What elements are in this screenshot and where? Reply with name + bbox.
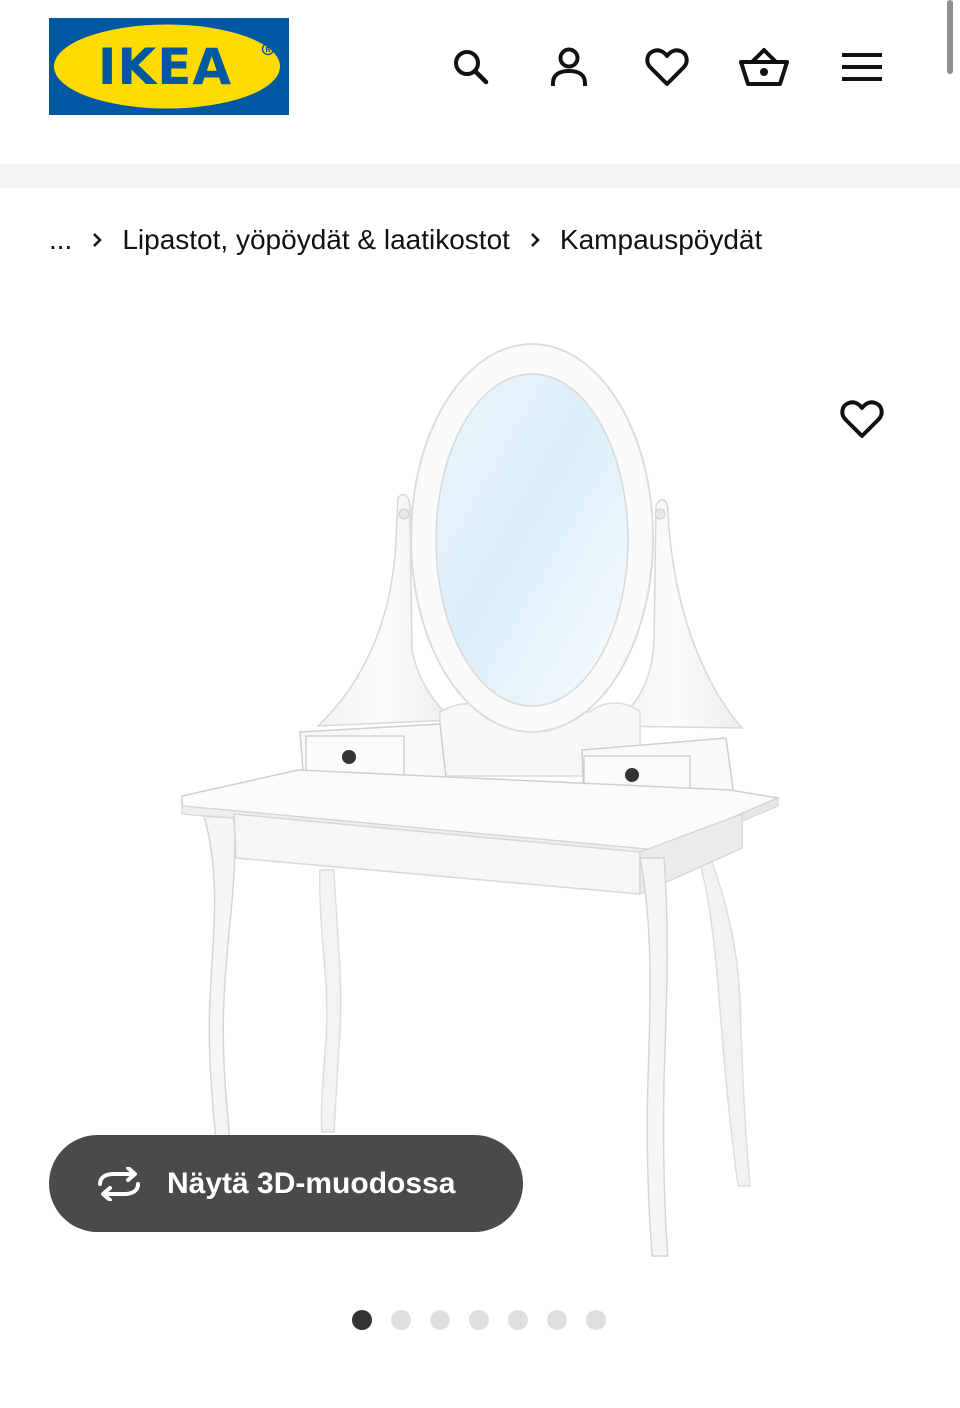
header-divider [0, 164, 960, 188]
product-favourite-button[interactable] [834, 392, 890, 446]
breadcrumb-ellipsis[interactable]: ... [49, 224, 72, 256]
breadcrumb: ... Lipastot, yöpöydät & laatikostot Kam… [49, 220, 762, 260]
search-icon [454, 50, 489, 85]
carousel-dot[interactable] [547, 1310, 567, 1330]
heart-icon [840, 400, 884, 438]
search-button[interactable] [444, 40, 498, 94]
carousel-dot[interactable] [586, 1310, 606, 1330]
ikea-logo[interactable]: IKEA R [49, 18, 289, 115]
menu-button[interactable] [835, 40, 889, 94]
account-button[interactable] [542, 40, 596, 94]
rotate-3d-icon [91, 1164, 147, 1204]
chevron-right-icon [72, 230, 122, 250]
svg-text:R: R [265, 46, 271, 54]
site-header: IKEA R [0, 0, 960, 164]
basket-icon [739, 48, 789, 86]
favourites-button[interactable] [640, 40, 694, 94]
carousel-dot[interactable] [469, 1310, 489, 1330]
hamburger-menu-icon [842, 53, 882, 81]
view-in-3d-button[interactable]: Näytä 3D-muodossa [49, 1135, 523, 1232]
svg-text:IKEA: IKEA [98, 38, 232, 96]
scrollbar[interactable] [947, 0, 953, 74]
carousel-dot[interactable] [352, 1310, 372, 1330]
heart-icon [645, 48, 689, 86]
image-carousel-dots [352, 1310, 606, 1330]
breadcrumb-item-dressing-tables[interactable]: Kampauspöydät [560, 224, 762, 256]
chevron-right-icon [510, 230, 560, 250]
breadcrumb-item-dressers[interactable]: Lipastot, yöpöydät & laatikostot [122, 224, 510, 256]
carousel-dot[interactable] [508, 1310, 528, 1330]
user-icon [551, 47, 587, 86]
carousel-dot[interactable] [391, 1310, 411, 1330]
basket-button[interactable] [737, 40, 791, 94]
carousel-dot[interactable] [430, 1310, 450, 1330]
view-in-3d-label: Näytä 3D-muodossa [167, 1166, 456, 1200]
